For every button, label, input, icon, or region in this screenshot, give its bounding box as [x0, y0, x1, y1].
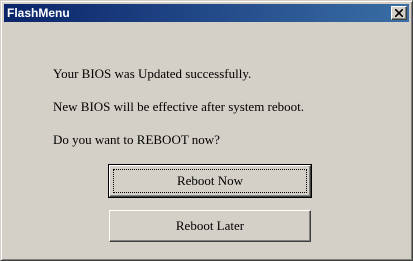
reboot-now-label: Reboot Now — [176, 173, 244, 188]
close-icon — [395, 9, 403, 17]
reboot-now-button[interactable]: Reboot Now — [108, 164, 312, 198]
title-bar[interactable]: FlashMenu — [4, 4, 409, 22]
reboot-later-label: Reboot Later — [175, 218, 245, 233]
message-line-2: New BIOS will be effective after system … — [53, 99, 305, 114]
message-line-1: Your BIOS was Updated successfully. — [53, 66, 252, 81]
message-line-3: Do you want to REBOOT now? — [53, 132, 220, 147]
flashmenu-dialog: FlashMenu Your BIOS was Updated successf… — [0, 0, 413, 261]
window-title: FlashMenu — [7, 6, 70, 20]
close-button[interactable] — [391, 6, 407, 20]
reboot-later-button[interactable]: Reboot Later — [109, 210, 311, 242]
